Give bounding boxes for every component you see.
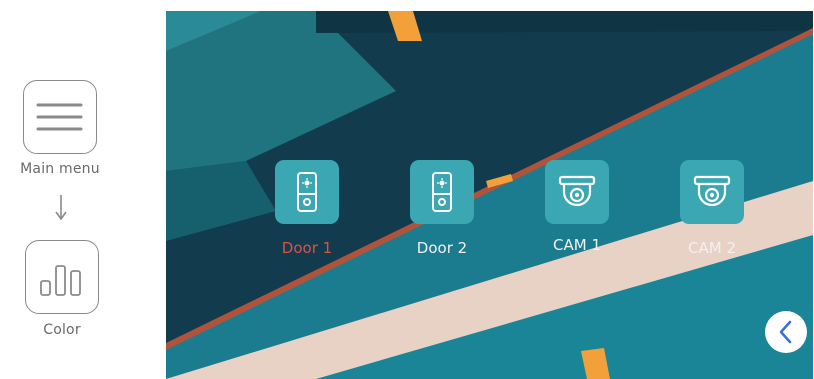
hamburger-menu-icon [36, 103, 83, 131]
main-menu-label: Main menu [20, 161, 100, 177]
main-menu-icon-box [23, 80, 97, 154]
door-2-label[interactable]: Door 2 [387, 239, 497, 257]
arrow-down-icon [55, 195, 67, 221]
cam-2-label[interactable]: CAM 2 [657, 239, 767, 257]
cam-1-tile[interactable] [545, 160, 609, 224]
chevron-left-icon [779, 320, 792, 344]
bar-levels-icon [40, 265, 81, 296]
cam-1-label[interactable]: CAM 1 [522, 236, 632, 254]
color-icon-box [25, 240, 99, 314]
color-label: Color [43, 322, 81, 338]
door-station-icon [297, 172, 317, 212]
dome-camera-icon [693, 175, 731, 207]
back-button[interactable] [765, 311, 807, 353]
door-1-label[interactable]: Door 1 [252, 239, 362, 257]
device-screen: Door 1 Door 2 CAM 1 CAM 2 [166, 11, 813, 379]
door-1-tile[interactable] [275, 160, 339, 224]
cam-2-tile[interactable] [680, 160, 744, 224]
door-2-tile[interactable] [410, 160, 474, 224]
door-station-icon [432, 172, 452, 212]
dome-camera-icon [558, 175, 596, 207]
